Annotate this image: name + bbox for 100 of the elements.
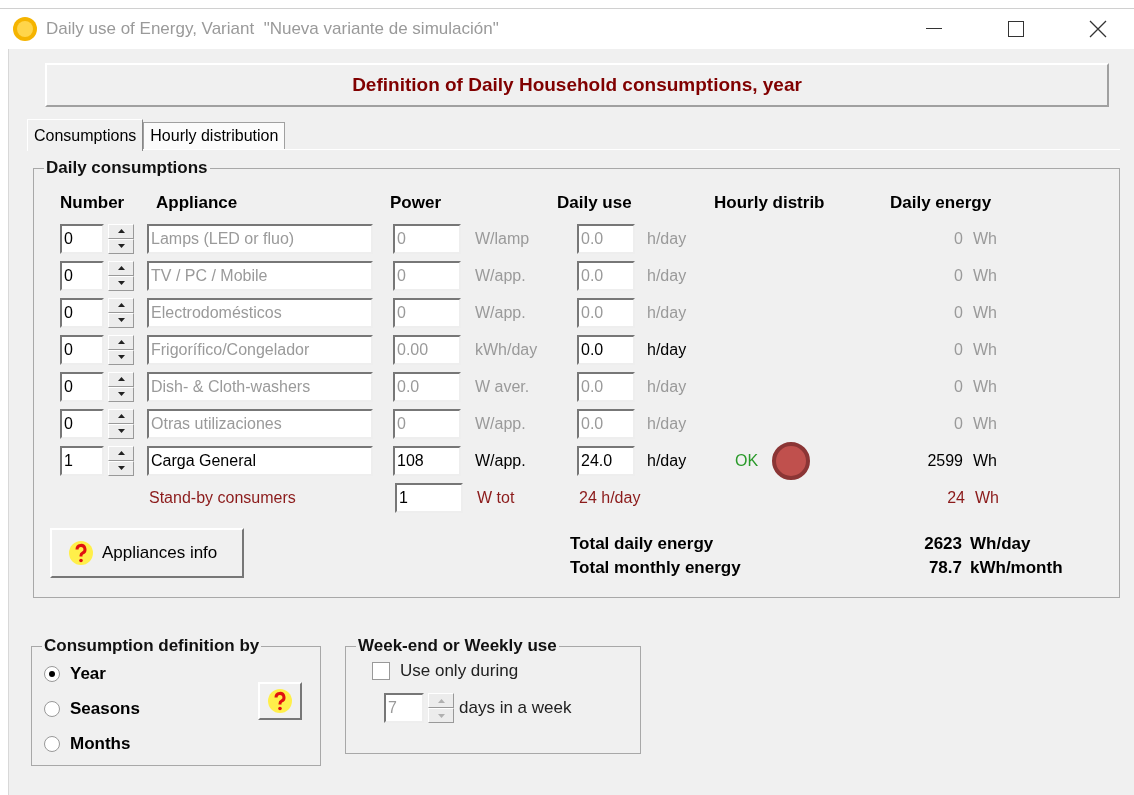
- number-field[interactable]: 0: [60, 260, 104, 291]
- down-arrow-icon: [117, 429, 125, 433]
- radio-button[interactable]: [44, 700, 60, 717]
- unit-label: Wh: [972, 229, 998, 248]
- unit-label: W/app.: [474, 266, 527, 285]
- column-header: Power: [390, 193, 443, 213]
- unit-label: W aver.: [474, 377, 531, 396]
- unit-label: h/day: [646, 414, 688, 433]
- column-header: Number: [60, 193, 126, 213]
- energy-value: 0: [953, 414, 963, 433]
- energy-value: 0: [953, 377, 963, 396]
- total-value: 2623: [923, 534, 962, 554]
- power-field[interactable]: 1: [395, 482, 463, 513]
- up-arrow-icon: [117, 377, 125, 381]
- up-arrow-icon: [117, 229, 125, 233]
- up-arrow-icon: [117, 340, 125, 344]
- radio-option[interactable]: Seasons: [32, 691, 320, 726]
- number-field[interactable]: 0: [60, 371, 104, 402]
- help-button[interactable]: [258, 682, 302, 720]
- total-label: Total daily energy: [570, 534, 715, 554]
- group-title: Consumption definition by: [43, 636, 261, 656]
- group-title: Week-end or Weekly use: [357, 636, 558, 656]
- days-label: days in a week: [459, 698, 572, 718]
- down-arrow-icon: [117, 466, 125, 470]
- close-icon: [1089, 20, 1107, 38]
- standby-label: Stand-by consumers: [149, 488, 297, 507]
- number-field[interactable]: 0: [60, 408, 104, 439]
- energy-value: 2599: [926, 451, 963, 470]
- radio-option[interactable]: Months: [32, 726, 320, 761]
- unit-label: Wh: [972, 414, 998, 433]
- option-label: Year: [70, 663, 106, 684]
- down-arrow-icon: [117, 318, 125, 322]
- spin-up-button[interactable]: [108, 334, 134, 350]
- unit-label: Wh/day: [969, 534, 1032, 554]
- up-arrow-icon: [117, 414, 125, 418]
- down-arrow-icon: [117, 244, 125, 248]
- down-arrow-icon: [437, 713, 445, 718]
- unit-label: h/day: [646, 340, 688, 359]
- unit-label: kWh/day: [474, 340, 539, 359]
- spin-up-button[interactable]: [108, 371, 134, 387]
- number-field[interactable]: 0: [60, 297, 104, 328]
- maximize-icon: [1008, 21, 1024, 37]
- down-arrow-icon: [117, 355, 125, 359]
- up-arrow-icon: [117, 303, 125, 307]
- total-label: Total monthly energy: [570, 558, 742, 578]
- energy-value: 0: [953, 266, 963, 285]
- unit-label: h/day: [646, 266, 688, 285]
- minimize-icon: [926, 28, 942, 30]
- group-title: Daily consumptions: [45, 158, 209, 178]
- option-label: Seasons: [70, 698, 140, 719]
- spin-up-button[interactable]: [108, 445, 134, 461]
- unit-label: kWh/month: [969, 558, 1064, 578]
- unit-label: Wh: [974, 488, 1000, 507]
- down-arrow-icon: [117, 281, 125, 285]
- unit-label: Wh: [972, 340, 998, 359]
- spin-up-button[interactable]: [108, 408, 134, 424]
- tab[interactable]: Consumptions: [27, 119, 144, 151]
- number-field[interactable]: 0: [60, 223, 104, 254]
- checkbox[interactable]: [372, 662, 390, 680]
- appliance-field[interactable]: Carga General: [147, 445, 373, 476]
- daily-use-field[interactable]: 0.0: [577, 334, 635, 365]
- number-field[interactable]: 1: [60, 445, 104, 476]
- unit-label: W/app.: [474, 303, 527, 322]
- column-header: Daily use: [557, 193, 633, 213]
- power-field[interactable]: 108: [393, 445, 461, 476]
- energy-value: 0: [953, 340, 963, 359]
- energy-value: 0: [953, 229, 963, 248]
- up-arrow-icon: [117, 266, 125, 270]
- up-arrow-icon: [117, 451, 125, 455]
- column-header: Hourly distrib: [714, 193, 826, 213]
- unit-label: h/day: [646, 451, 688, 470]
- radio-button[interactable]: [44, 735, 60, 752]
- radio-button[interactable]: [44, 665, 60, 682]
- number-field[interactable]: 0: [60, 334, 104, 365]
- radio-option[interactable]: Year: [32, 656, 320, 691]
- unit-label: W/app.: [474, 414, 527, 433]
- spin-up-button[interactable]: [108, 297, 134, 313]
- column-header: Daily energy: [890, 193, 993, 213]
- tab[interactable]: Hourly distribution: [143, 122, 286, 149]
- energy-value: 24: [946, 488, 965, 507]
- daily-use-field[interactable]: 24.0: [577, 445, 635, 476]
- unit-label: h/day: [646, 229, 688, 248]
- appliances-info-button[interactable]: Appliances info: [50, 528, 244, 578]
- total-value: 78.7: [927, 558, 962, 578]
- dialog-heading: Definition of Daily Household consumptions, year: [45, 63, 1109, 107]
- option-label: Months: [70, 733, 131, 754]
- app-logo-icon: [12, 16, 38, 42]
- down-arrow-icon: [117, 392, 125, 396]
- unit-label: Wh: [972, 266, 998, 285]
- unit-label: W/lamp: [474, 229, 531, 248]
- unit-label: Wh: [972, 451, 998, 470]
- unit-label: h/day: [646, 377, 688, 396]
- status-label: OK: [735, 451, 759, 470]
- unit-label: Wh: [972, 377, 998, 396]
- up-arrow-icon: [437, 698, 445, 703]
- unit-label: W tot: [476, 488, 516, 507]
- spin-up-button[interactable]: [108, 223, 134, 239]
- standby-hours: 24 h/day: [579, 488, 642, 507]
- checkbox-label: Use only during: [400, 661, 519, 681]
- spin-up-button[interactable]: [108, 260, 134, 276]
